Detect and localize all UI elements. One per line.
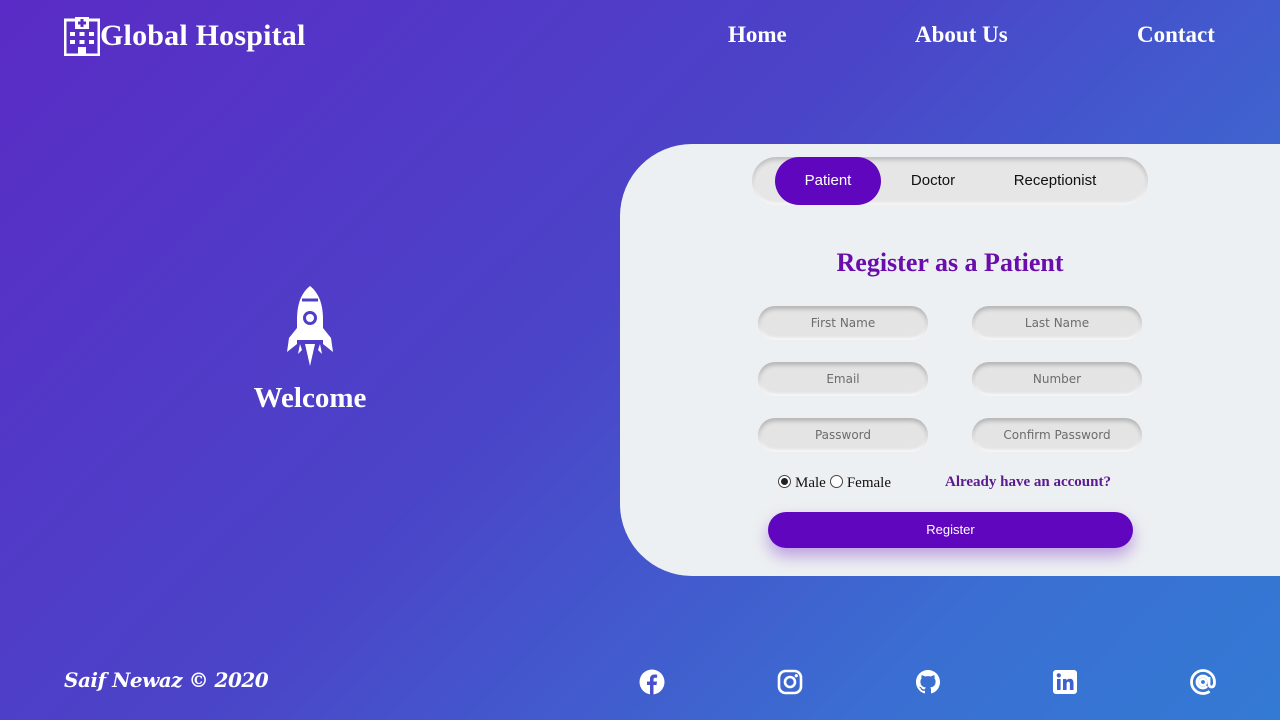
form-title: Register as a Patient [620,248,1280,278]
tab-doctor[interactable]: Doctor [890,157,976,205]
instagram-icon[interactable] [777,669,803,695]
brand[interactable]: Global Hospital [64,16,306,56]
tab-receptionist[interactable]: Receptionist [1000,157,1110,205]
form-title-text: Register as a Patient [836,248,1064,277]
registration-card: Patient Doctor Receptionist Register as … [620,144,1280,576]
nav-home-link[interactable]: Home [728,22,787,48]
number-field[interactable] [972,362,1142,396]
brand-title: Global Hospital [100,19,306,52]
login-link[interactable]: Already have an account? [945,474,1111,491]
confirm-password-field[interactable] [972,418,1142,452]
github-icon[interactable] [915,669,941,695]
copyright-text: Saif Newaz © 2020 [64,668,269,692]
welcome-panel: Welcome [250,284,370,415]
email-field[interactable] [758,362,928,396]
female-label: Female [846,475,891,491]
linkedin-icon[interactable] [1052,669,1078,695]
nav-about-link[interactable]: About Us [915,22,1008,48]
facebook-icon[interactable] [639,669,665,695]
male-label: Male [795,475,826,491]
hospital-building-icon [64,17,100,56]
tab-patient[interactable]: Patient [775,157,881,205]
gender-group: Male Female [778,475,895,492]
role-tabs: Patient Doctor Receptionist [752,157,1148,205]
register-button[interactable]: Register [768,512,1133,548]
at-icon[interactable] [1190,669,1216,695]
welcome-title: Welcome [253,382,367,414]
last-name-field[interactable] [972,306,1142,340]
male-radio[interactable] [778,475,791,488]
password-field[interactable] [758,418,928,452]
rocket-icon [287,286,333,366]
nav-contact-link[interactable]: Contact [1137,22,1215,48]
first-name-field[interactable] [758,306,928,340]
female-radio[interactable] [829,475,843,488]
